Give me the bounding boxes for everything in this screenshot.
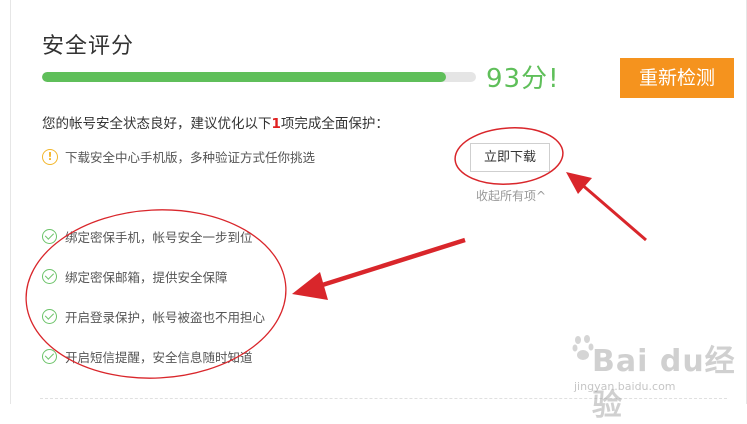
security-progress-bar xyxy=(42,72,476,82)
list-item: 开启短信提醒，安全信息随时知道 xyxy=(42,346,265,366)
list-item-text: 开启短信提醒，安全信息随时知道 xyxy=(65,349,253,365)
check-circle-icon xyxy=(42,308,57,324)
list-item: 开启登录保护，帐号被盗也不用担心 xyxy=(42,306,265,326)
security-progress-fill xyxy=(42,72,446,82)
list-item-text: 绑定密保邮箱，提供安全保障 xyxy=(65,269,228,285)
completed-items-list: 绑定密保手机，帐号安全一步到位 绑定密保邮箱，提供安全保障 开启登录保护，帐号被… xyxy=(42,226,265,386)
status-suffix: 项完成全面保护： xyxy=(280,116,389,132)
rescan-button[interactable]: 重新检测 xyxy=(620,58,734,98)
list-item: 绑定密保手机，帐号安全一步到位 xyxy=(42,226,265,246)
pending-count: 1 xyxy=(271,116,281,132)
suggestion-text: 下载安全中心手机版，多种验证方式任你挑选 xyxy=(65,150,316,165)
list-item: 绑定密保邮箱，提供安全保障 xyxy=(42,266,265,286)
download-now-button[interactable]: 立即下载 xyxy=(470,143,550,172)
status-prefix: 您的帐号安全状态良好，建议优化以下 xyxy=(42,116,272,132)
collapse-all-link[interactable]: 收起所有项^ xyxy=(476,187,546,204)
list-item-text: 开启登录保护，帐号被盗也不用担心 xyxy=(65,309,266,325)
watermark: Bai du经验 jingyan.baidu.com xyxy=(570,330,740,423)
check-circle-icon xyxy=(42,268,57,284)
status-summary: 您的帐号安全状态良好，建议优化以下1项完成全面保护： xyxy=(42,112,389,132)
warning-circle-icon: ! xyxy=(42,148,58,165)
list-item-text: 绑定密保手机，帐号安全一步到位 xyxy=(65,229,253,245)
check-circle-icon xyxy=(42,348,57,364)
check-circle-icon xyxy=(42,228,57,244)
suggestion-row: ! 下载安全中心手机版，多种验证方式任你挑选 xyxy=(42,147,315,166)
security-score: 93分! xyxy=(486,64,560,94)
page-title: 安全评分 xyxy=(42,34,135,59)
watermark-url: jingyan.baidu.com xyxy=(574,380,676,393)
paw-icon xyxy=(572,335,594,360)
